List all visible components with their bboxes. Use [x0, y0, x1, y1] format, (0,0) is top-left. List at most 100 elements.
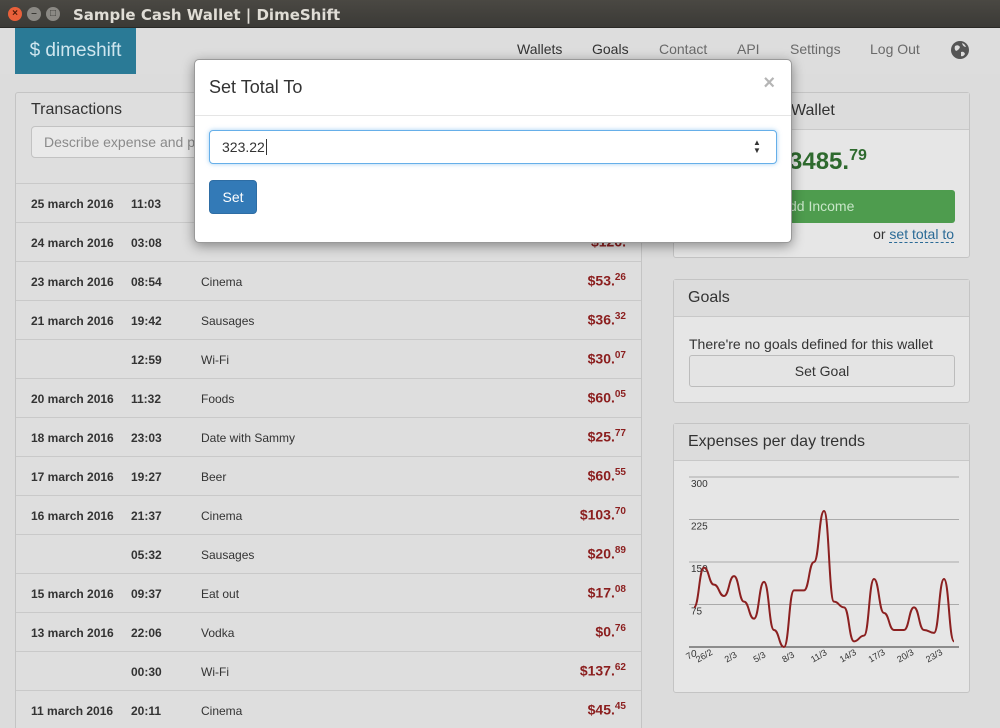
wallet-total-main: 3485. — [789, 148, 850, 175]
transaction-row[interactable]: 05:32 Sausages $20.89 — [16, 534, 641, 573]
brand-logo[interactable]: $ dimeshift — [15, 28, 136, 74]
transaction-description: Date with Sammy — [201, 431, 296, 445]
transaction-row[interactable]: 12:59 Wi-Fi $30.07 — [16, 339, 641, 378]
trends-chart: 3002251507507 26/2 2/3 5/3 8/3 11/3 14/3 17/3 20… — [684, 476, 959, 665]
goals-empty-text: There're no goals defined for this walle… — [689, 336, 933, 352]
transaction-time: 09:37 — [131, 587, 162, 601]
window-titlebar: × – □ Sample Cash Wallet | DimeShift — [0, 0, 1000, 28]
set-total-modal: Set Total To × 323.22 ▲ ▼ Set — [194, 59, 792, 243]
total-amount-input[interactable]: 323.22 ▲ ▼ — [209, 130, 777, 164]
transaction-date: 16 march 2016 — [31, 509, 114, 523]
transaction-date: 21 march 2016 — [31, 314, 114, 328]
transaction-amount-main: $30. — [587, 350, 615, 367]
transaction-date: 17 march 2016 — [31, 470, 114, 484]
transaction-amount-main: $0. — [595, 623, 615, 640]
transaction-amount: $30.07 — [588, 350, 626, 367]
number-spinner[interactable]: ▲ ▼ — [752, 139, 762, 157]
nav-logout[interactable]: Log Out — [870, 41, 920, 57]
transaction-amount: $0.76 — [595, 623, 626, 640]
transaction-date: 23 march 2016 — [31, 275, 114, 289]
transaction-amount: $103.70 — [580, 506, 626, 523]
nav-contact[interactable]: Contact — [659, 41, 707, 57]
transaction-time: 00:30 — [131, 665, 162, 679]
transaction-amount: $17.08 — [588, 584, 626, 601]
globe-icon[interactable] — [950, 40, 970, 60]
transaction-amount: $60.05 — [588, 389, 626, 406]
window-close-button[interactable]: × — [8, 7, 22, 21]
set-total-link[interactable]: set total to — [889, 226, 954, 243]
transaction-time: 03:08 — [131, 236, 162, 250]
transaction-row[interactable]: 20 march 2016 11:32 Foods $60.05 — [16, 378, 641, 417]
transactions-list: 25 march 201611:0324 march 201603:08$126… — [16, 183, 641, 728]
transaction-amount-cents: 77 — [614, 428, 626, 439]
transaction-description: Beer — [201, 470, 227, 484]
chart-xtick-label: 8/3 — [780, 650, 796, 665]
modal-close-icon[interactable]: × — [763, 72, 775, 95]
chart-xtick-label: 2/3 — [723, 650, 739, 665]
modal-header: Set Total To × — [195, 60, 791, 116]
transaction-amount-main: $60. — [587, 389, 615, 406]
transaction-amount: $25.77 — [588, 428, 626, 445]
transaction-time: 05:32 — [131, 548, 162, 562]
transaction-row[interactable]: 17 march 2016 19:27 Beer $60.55 — [16, 456, 641, 495]
transaction-description: Wi-Fi — [201, 353, 229, 367]
transaction-time: 20:11 — [131, 704, 162, 718]
transaction-amount-cents: 08 — [614, 584, 626, 595]
transaction-description: Wi-Fi — [201, 665, 229, 679]
nav-goals[interactable]: Goals — [592, 41, 629, 57]
transaction-row[interactable]: 16 march 2016 21:37 Cinema $103.70 — [16, 495, 641, 534]
transaction-row[interactable]: 23 march 2016 08:54 Cinema $53.26 — [16, 261, 641, 300]
nav-settings[interactable]: Settings — [790, 41, 841, 57]
set-button[interactable]: Set — [209, 180, 257, 214]
transaction-amount-main: $20. — [587, 545, 615, 562]
spinner-down-icon[interactable]: ▼ — [752, 147, 762, 155]
wallet-total: 3485.79 — [789, 147, 867, 176]
transaction-amount: $53.26 — [588, 272, 626, 289]
transaction-amount: $20.89 — [588, 545, 626, 562]
transaction-amount-main: $17. — [587, 584, 615, 601]
transaction-amount-main: $36. — [587, 311, 615, 328]
chart-series-line — [693, 509, 955, 649]
transaction-row[interactable]: 13 march 2016 22:06 Vodka $0.76 — [16, 612, 641, 651]
goals-panel: Goals There're no goals defined for this… — [673, 279, 970, 403]
transaction-amount-main: $137. — [579, 662, 615, 679]
transaction-row[interactable]: 18 march 2016 23:03 Date with Sammy $25.77 — [16, 417, 641, 456]
nav-api[interactable]: API — [737, 41, 760, 57]
or-text: or — [873, 226, 886, 242]
transaction-description: Foods — [201, 392, 235, 406]
transaction-date: 18 march 2016 — [31, 431, 114, 445]
chart-xtick-label: 26/2 — [694, 647, 714, 664]
transaction-amount-cents: 62 — [614, 662, 626, 673]
transaction-amount-cents: 76 — [614, 623, 626, 634]
transaction-time: 19:42 — [131, 314, 162, 328]
transaction-time: 08:54 — [131, 275, 162, 289]
set-goal-button[interactable]: Set Goal — [689, 355, 955, 387]
chart-ytick-label: 300 — [691, 479, 708, 490]
transaction-amount: $137.62 — [580, 662, 626, 679]
nav-wallets[interactable]: Wallets — [517, 41, 562, 57]
transaction-amount-cents: 05 — [614, 389, 626, 400]
transaction-time: 23:03 — [131, 431, 162, 445]
window-minimize-button[interactable]: – — [27, 7, 41, 21]
transaction-description: Vodka — [201, 626, 235, 640]
transaction-date: 11 march 2016 — [31, 704, 114, 718]
transaction-amount-cents: 45 — [614, 701, 626, 712]
transaction-date: 13 march 2016 — [31, 626, 114, 640]
chart-ytick-label: 75 — [691, 607, 703, 618]
transaction-amount-cents: 26 — [614, 272, 626, 283]
transaction-amount-cents: 89 — [614, 545, 626, 556]
transaction-description: Cinema — [201, 509, 243, 523]
transaction-row[interactable]: 15 march 2016 09:37 Eat out $17.08 — [16, 573, 641, 612]
chart-xtick-label: 14/3 — [838, 647, 858, 664]
transaction-time: 19:27 — [131, 470, 162, 484]
transaction-amount-main: $60. — [587, 467, 615, 484]
transaction-row[interactable]: 11 march 2016 20:11 Cinema $45.45 — [16, 690, 641, 728]
transaction-row[interactable]: 21 march 2016 19:42 Sausages $36.32 — [16, 300, 641, 339]
transaction-amount-cents: 70 — [614, 506, 626, 517]
chart-xtick-label: 17/3 — [867, 647, 887, 664]
window-maximize-button[interactable]: □ — [46, 7, 60, 21]
total-amount-value: 323.22 — [222, 139, 265, 155]
transaction-description: Cinema — [201, 275, 243, 289]
transaction-row[interactable]: 00:30 Wi-Fi $137.62 — [16, 651, 641, 690]
transaction-time: 11:32 — [131, 392, 162, 406]
